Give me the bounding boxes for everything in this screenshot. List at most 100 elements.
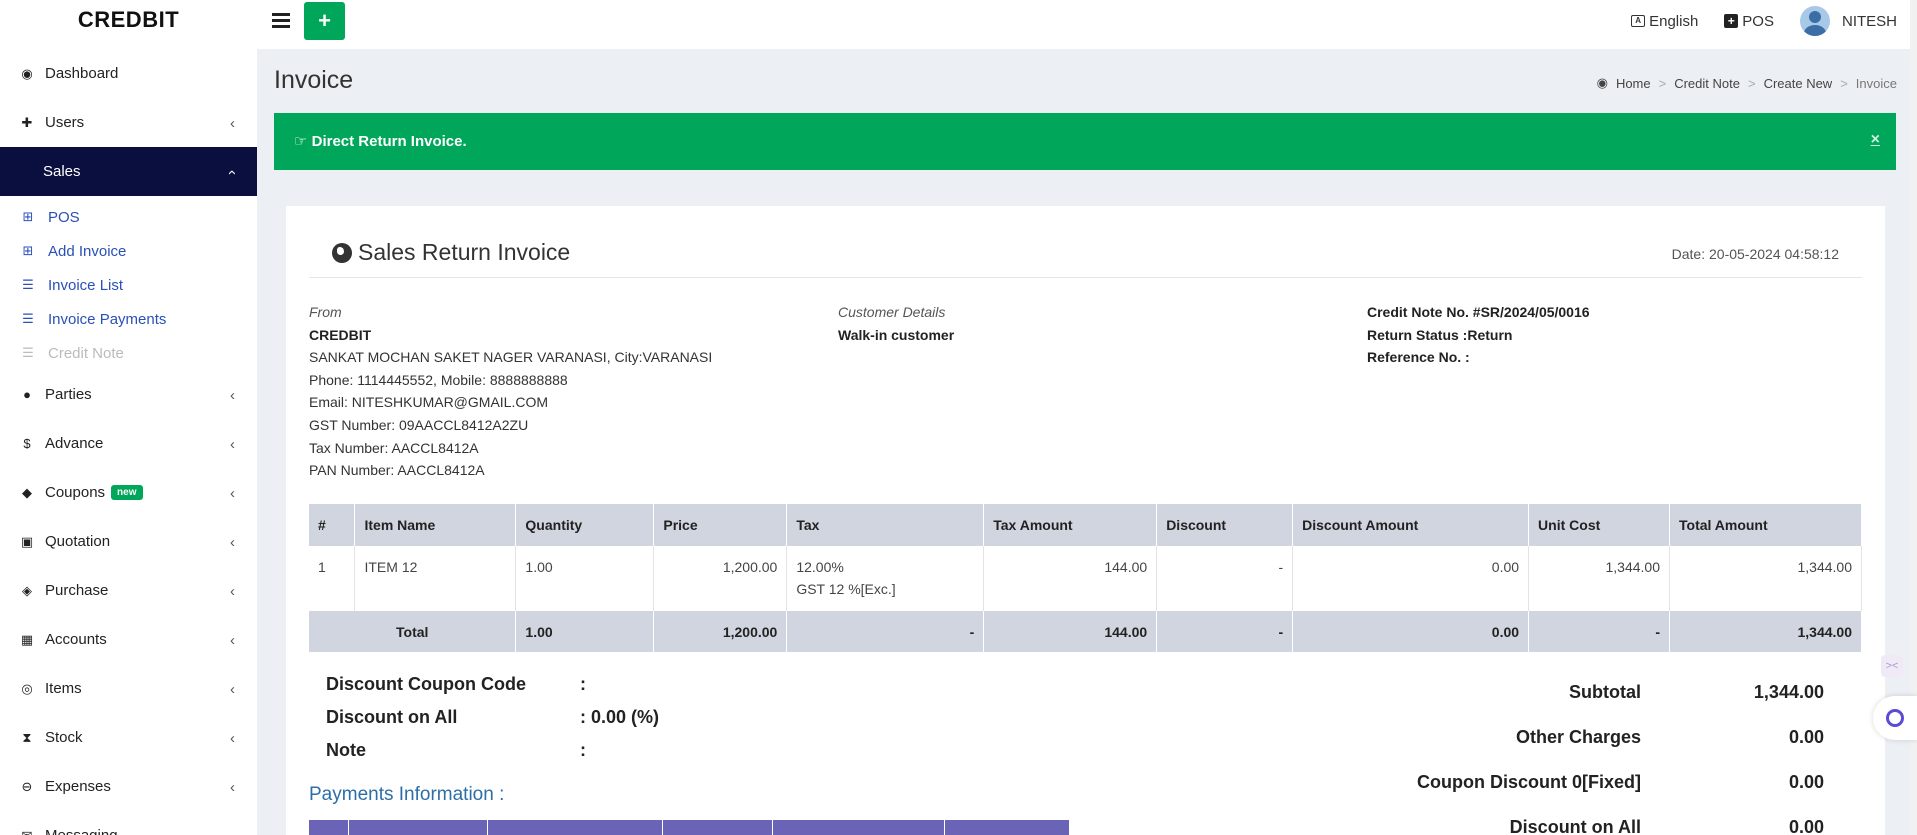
total-label: Total <box>309 611 517 652</box>
invoice-title: Sales Return Invoice <box>358 239 571 265</box>
chevron-left-icon: ‹ <box>230 485 235 502</box>
sidebar-item-label: Stock <box>45 729 83 746</box>
dashboard-icon: ◉ <box>1596 75 1608 90</box>
dollar-icon: $ <box>23 436 31 451</box>
brand-logo[interactable]: CREDBIT <box>0 0 257 42</box>
sidebar-item-users[interactable]: ✚ Users ‹ <box>0 98 257 147</box>
globe-icon <box>332 242 352 263</box>
sidebar-subitem-add-invoice[interactable]: ⊞ Add Invoice <box>0 234 257 268</box>
total-tax-amount: 144.00 <box>983 611 1158 652</box>
sidebar-item-messaging[interactable]: ✉ Messaging <box>0 811 257 835</box>
sidebar-item-purchase[interactable]: ◈ Purchase ‹ <box>0 566 257 615</box>
payments-title: Payments Information : <box>309 784 505 805</box>
sidebar-item-label: Users <box>45 114 85 131</box>
chevron-left-icon: ‹ <box>230 534 235 551</box>
cell-price: 1,200.00 <box>653 546 788 611</box>
breadcrumb-credit-note[interactable]: Credit Note <box>1674 76 1740 91</box>
invoice-date: Date: 20-05-2024 04:58:12 <box>1671 246 1839 262</box>
sidebar: ◉ Dashboard ✚ Users ‹ Sales ‹ ⊞ POS ⊞ Ad… <box>0 49 257 835</box>
col-header: Price <box>653 504 788 546</box>
chevron-left-icon: ‹ <box>230 387 235 404</box>
total-discount: - <box>1156 611 1294 652</box>
sidebar-item-label: Accounts <box>45 631 107 648</box>
collapse-widget-icon[interactable]: >< <box>1881 655 1903 677</box>
cell-tax-amount: 144.00 <box>983 546 1158 611</box>
sidebar-subitem-label: Credit Note <box>48 344 124 362</box>
quick-add-button[interactable]: + <box>304 2 345 40</box>
avatar <box>1799 6 1830 36</box>
table-header-row: # Item Name Quantity Price Tax Tax Amoun… <box>309 504 1862 546</box>
close-icon[interactable]: × <box>1871 131 1880 149</box>
col-header: Item Name <box>354 504 517 546</box>
sidebar-item-advance[interactable]: $ Advance ‹ <box>0 419 257 468</box>
col-header: Tax Amount <box>983 504 1158 546</box>
coupon-discount-label: Coupon Discount 0[Fixed] <box>1417 772 1641 792</box>
pos-link[interactable]: + POS <box>1724 13 1774 30</box>
sidebar-item-sales[interactable]: Sales ‹ <box>0 147 257 196</box>
cell-tax-rate: 12.00% <box>796 559 844 575</box>
cell-discount-amount: 0.00 <box>1292 546 1530 611</box>
credit-note-number: Credit Note No. #SR/2024/05/0016 <box>1367 304 1590 320</box>
invoice-panel: Sales Return Invoice Date: 20-05-2024 04… <box>286 206 1885 835</box>
subtotal-value: 1,344.00 <box>1753 682 1824 702</box>
credit-note-block: Credit Note No. #SR/2024/05/0016 Return … <box>1367 301 1590 369</box>
company-name: CREDBIT <box>309 326 372 343</box>
other-charges-label: Other Charges <box>1515 727 1641 747</box>
sidebar-item-label: Expenses <box>45 778 111 795</box>
cell-num: 1 <box>309 546 356 611</box>
sidebar-item-items[interactable]: ◎ Items ‹ <box>0 664 257 713</box>
hand-pointer-icon: ☞ <box>294 133 308 150</box>
discount-all-value: : 0.00 (%) <box>580 707 660 727</box>
col-header: Quantity <box>515 504 655 546</box>
sidebar-item-accounts[interactable]: ▦ Accounts ‹ <box>0 615 257 664</box>
chevron-down-icon: ‹ <box>224 170 241 175</box>
user-menu[interactable]: NITESH <box>1799 6 1897 36</box>
minus-circle-icon: ⊖ <box>21 778 33 794</box>
sidebar-item-quotation[interactable]: ▣ Quotation ‹ <box>0 517 257 566</box>
plus-square-icon: ⊞ <box>22 243 34 258</box>
language-selector[interactable]: A English <box>1631 13 1698 30</box>
th-large-icon: ▦ <box>20 631 34 647</box>
alert-text: Direct Return Invoice. <box>311 133 467 150</box>
customer-name: Walk-in customer <box>838 326 955 343</box>
customer-label: Customer Details <box>838 304 946 320</box>
sidebar-toggle-icon[interactable] <box>272 10 290 30</box>
new-badge: new <box>111 485 143 500</box>
sidebar-item-expenses[interactable]: ⊖ Expenses ‹ <box>0 762 257 811</box>
cell-unit-cost: 1,344.00 <box>1528 546 1670 611</box>
coupon-code-value: : <box>580 674 586 694</box>
plus-square-icon: ⊞ <box>22 209 34 224</box>
sidebar-item-stock[interactable]: ⧗ Stock ‹ <box>0 713 257 762</box>
hourglass-icon: ⧗ <box>22 729 32 745</box>
cube-icon: ◈ <box>22 582 32 598</box>
col-header: Total Amount <box>1669 504 1862 546</box>
cell-total: 1,344.00 <box>1669 546 1862 611</box>
sidebar-item-dashboard[interactable]: ◉ Dashboard <box>0 49 257 98</box>
assistant-widget-icon[interactable] <box>1873 696 1917 740</box>
breadcrumb-home[interactable]: Home <box>1616 76 1651 91</box>
sidebar-item-parties[interactable]: ● Parties ‹ <box>0 370 257 419</box>
total-unit-cost: - <box>1528 611 1670 652</box>
sidebar-item-coupons[interactable]: ◆ Coupons new ‹ <box>0 468 257 517</box>
sidebar-subitem-credit-note[interactable]: ☰ Credit Note <box>0 336 257 370</box>
language-label: English <box>1649 12 1699 30</box>
sidebar-subitem-invoice-list[interactable]: ☰ Invoice List <box>0 268 257 302</box>
sidebar-subitem-pos[interactable]: ⊞ POS <box>0 200 257 234</box>
breadcrumb-create-new[interactable]: Create New <box>1764 76 1833 91</box>
note-value: : <box>580 740 586 760</box>
breadcrumb-current: Invoice <box>1855 75 1897 91</box>
cell-item-name: ITEM 12 <box>354 546 517 611</box>
language-icon: A <box>1631 15 1646 27</box>
invoice-extra-info: Discount Coupon Code : Discount on All :… <box>326 674 659 773</box>
list-icon: ☰ <box>22 277 34 292</box>
cell-quantity: 1.00 <box>515 546 655 611</box>
sidebar-subitem-label: Add Invoice <box>48 242 127 260</box>
sidebar-item-label: Purchase <box>45 582 109 599</box>
sidebar-subitem-invoice-payments[interactable]: ☰ Invoice Payments <box>0 302 257 336</box>
payments-table-header <box>309 820 1069 835</box>
company-email: Email: NITESHKUMAR@GMAIL.COM <box>309 394 549 411</box>
plus-square-icon: + <box>1724 14 1739 28</box>
col-header: Unit Cost <box>1528 504 1670 546</box>
table-total-row: Total 1.00 1,200.00 - 144.00 - 0.00 - 1,… <box>309 611 1862 652</box>
chevron-left-icon: ‹ <box>230 681 235 698</box>
